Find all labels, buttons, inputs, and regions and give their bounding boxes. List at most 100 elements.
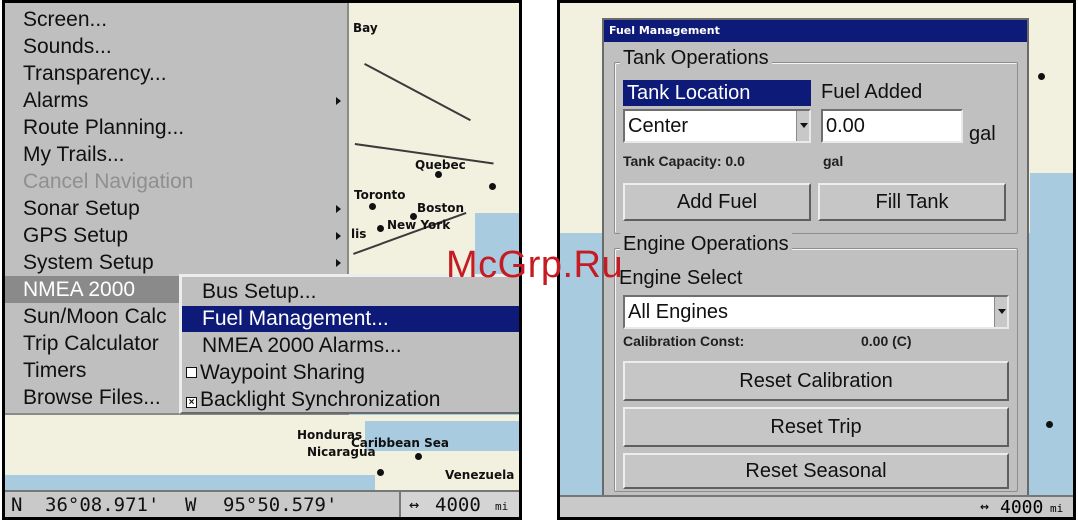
engine-operations-group: Engine Operations Engine Select All Engi… bbox=[614, 233, 1018, 492]
menu-item-my-trails[interactable]: My Trails... bbox=[23, 141, 343, 168]
range-box: ↔ 4000 mi bbox=[399, 492, 519, 517]
menu-item-label: Timers bbox=[23, 359, 87, 382]
fill-tank-button[interactable]: Fill Tank bbox=[818, 183, 1006, 221]
menu-item-alarms[interactable]: Alarms bbox=[23, 87, 343, 114]
menu-item-screen[interactable]: Screen... bbox=[23, 6, 343, 33]
menu-item-timers[interactable]: Timers bbox=[23, 357, 178, 384]
city-dot bbox=[1038, 73, 1045, 80]
menu-item-label: Trip Calculator bbox=[23, 332, 159, 355]
fuel-added-value: 0.00 bbox=[826, 115, 865, 137]
city-dot bbox=[435, 171, 442, 178]
chevron-down-icon[interactable] bbox=[796, 111, 809, 141]
menu-item-label: My Trails... bbox=[23, 143, 125, 166]
submenu-item-nmea-2000-alarms[interactable]: NMEA 2000 Alarms... bbox=[182, 333, 519, 359]
right-screen: Fuel Management Tank Operations Tank Loc… bbox=[557, 0, 1076, 520]
status-bar: ↔ 4000 mi bbox=[560, 495, 1073, 517]
tank-capacity-unit: gal bbox=[823, 153, 844, 169]
menu-item-label: Sun/Moon Calc bbox=[23, 305, 167, 328]
fill-tank-label: Fill Tank bbox=[875, 191, 949, 213]
city-dot bbox=[410, 213, 417, 220]
reset-trip-button[interactable]: Reset Trip bbox=[623, 407, 1009, 447]
latitude-hemisphere: N bbox=[11, 494, 23, 516]
city-dot bbox=[369, 203, 376, 210]
menu-item-browse-files[interactable]: Browse Files... bbox=[23, 384, 178, 411]
menu-item-label: Transparency... bbox=[23, 62, 167, 85]
menu-item-system-setup[interactable]: System Setup bbox=[23, 249, 343, 276]
longitude-hemisphere: W bbox=[185, 494, 197, 516]
tank-operations-title: Tank Operations bbox=[620, 47, 772, 70]
map-label-new-york: New York bbox=[387, 218, 451, 232]
tank-location-dropdown[interactable]: Center bbox=[623, 109, 811, 143]
fuel-management-dialog: Fuel Management Tank Operations Tank Loc… bbox=[602, 18, 1029, 501]
menu-item-sonar-setup[interactable]: Sonar Setup bbox=[23, 195, 343, 222]
menu-item-label: Sonar Setup bbox=[23, 197, 140, 220]
longitude-value: 95°50.579' bbox=[223, 494, 338, 516]
menu-item-label: Sounds... bbox=[23, 35, 112, 58]
engine-select-dropdown[interactable]: All Engines bbox=[623, 295, 1009, 329]
unchecked-checkbox-icon[interactable] bbox=[186, 367, 197, 378]
engine-operations-title: Engine Operations bbox=[620, 233, 792, 256]
submenu-item-waypoint-sharing[interactable]: Waypoint Sharing bbox=[182, 360, 519, 386]
submenu-item-backlight-sync[interactable]: × Backlight Synchronization bbox=[182, 387, 519, 413]
dialog-title: Fuel Management bbox=[604, 20, 1027, 42]
menu-item-label: Alarms bbox=[23, 89, 89, 112]
tank-capacity-label: Tank Capacity: 0.0 bbox=[623, 153, 745, 169]
engine-select-label: Engine Select bbox=[619, 267, 743, 289]
submenu-arrow-icon bbox=[336, 205, 341, 213]
menu-item-label: Cancel Navigation bbox=[23, 170, 194, 193]
range-arrows-icon: ↔ bbox=[409, 495, 420, 515]
city-dot bbox=[377, 225, 384, 232]
map-label-lis: lis bbox=[351, 227, 367, 241]
submenu-arrow-icon bbox=[336, 232, 341, 240]
reset-calibration-label: Reset Calibration bbox=[739, 370, 893, 392]
city-dot bbox=[489, 183, 496, 190]
chevron-down-icon[interactable] bbox=[994, 297, 1007, 327]
map-label-venezuela: Venezuela bbox=[445, 468, 515, 482]
status-bar: N 36°08.971' W 95°50.579' ↔ 4000 mi bbox=[5, 490, 519, 517]
fuel-added-input[interactable]: 0.00 bbox=[821, 109, 963, 143]
submenu-item-label: Backlight Synchronization bbox=[200, 388, 441, 411]
submenu-arrow-icon bbox=[336, 259, 341, 267]
reset-seasonal-button[interactable]: Reset Seasonal bbox=[623, 453, 1009, 489]
menu-item-trip-calculator[interactable]: Trip Calculator bbox=[23, 330, 178, 357]
menu-item-label: System Setup bbox=[23, 251, 154, 274]
range-value: 4000 bbox=[435, 494, 481, 516]
range-value: 4000 bbox=[1000, 497, 1044, 518]
menu-item-gps-setup[interactable]: GPS Setup bbox=[23, 222, 343, 249]
submenu-item-label: Bus Setup... bbox=[202, 280, 317, 303]
menu-item-transparency[interactable]: Transparency... bbox=[23, 60, 343, 87]
menu-item-nmea-2000[interactable]: NMEA 2000 bbox=[5, 276, 185, 303]
range-arrows-icon: ↔ bbox=[980, 497, 990, 515]
nmea-2000-submenu: Bus Setup... Fuel Management... NMEA 200… bbox=[179, 274, 519, 414]
latitude-value: 36°08.971' bbox=[45, 494, 160, 516]
city-dot bbox=[415, 453, 422, 460]
submenu-item-fuel-management[interactable]: Fuel Management... bbox=[182, 306, 519, 332]
reset-calibration-button[interactable]: Reset Calibration bbox=[623, 361, 1009, 401]
map-label-bay: Bay bbox=[353, 21, 378, 35]
checked-checkbox-icon[interactable]: × bbox=[186, 397, 197, 408]
left-screen: Bay Quebec Toronto Boston New York lis H… bbox=[2, 0, 522, 520]
calibration-const-value: 0.00 (C) bbox=[861, 333, 912, 349]
menu-item-label: GPS Setup bbox=[23, 224, 129, 247]
fuel-unit: gal bbox=[969, 123, 996, 145]
menu-item-sun-moon-calc[interactable]: Sun/Moon Calc bbox=[23, 303, 178, 330]
watermark: McGrp.Ru bbox=[446, 244, 624, 286]
map-label-boston: Boston bbox=[417, 201, 465, 215]
range-unit: mi bbox=[1050, 502, 1064, 515]
map-label-toronto: Toronto bbox=[354, 188, 406, 202]
submenu-item-label: Waypoint Sharing bbox=[200, 361, 365, 384]
menu-item-label: Screen... bbox=[23, 8, 108, 31]
menu-item-label: Route Planning... bbox=[23, 116, 185, 139]
submenu-item-label: Fuel Management... bbox=[202, 307, 389, 330]
fuel-added-label: Fuel Added bbox=[821, 81, 923, 103]
menu-item-route-planning[interactable]: Route Planning... bbox=[23, 114, 343, 141]
menu-item-cancel-navigation: Cancel Navigation bbox=[23, 168, 343, 195]
add-fuel-button[interactable]: Add Fuel bbox=[623, 183, 811, 221]
city-dot bbox=[1046, 421, 1053, 428]
map-water-atlantic bbox=[1030, 173, 1073, 293]
menu-item-sounds[interactable]: Sounds... bbox=[23, 33, 343, 60]
engine-select-value: All Engines bbox=[628, 301, 729, 323]
submenu-arrow-icon bbox=[336, 97, 341, 105]
tank-location-value: Center bbox=[628, 115, 689, 137]
menu-item-label: NMEA 2000 bbox=[23, 278, 136, 301]
